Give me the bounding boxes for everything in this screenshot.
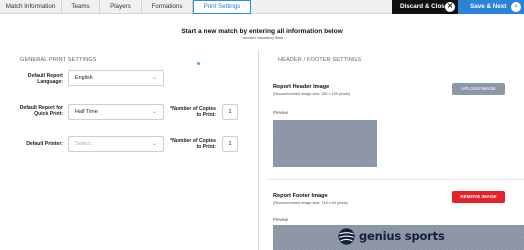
report-language-select[interactable]: English ⌄ xyxy=(68,70,164,86)
tab-players[interactable]: Players xyxy=(100,0,142,14)
page-headline: Start a new match by entering all inform… xyxy=(181,28,343,35)
tab-print-settings[interactable]: Print Settings xyxy=(193,0,251,14)
report-language-value: English xyxy=(75,75,93,81)
save-next-button[interactable]: Save & Next › xyxy=(458,0,524,14)
header-image-size-note: (Recommended image size: 250 x 150 pixel… xyxy=(273,92,351,96)
header-footer-title: HEADER / FOOTER SETTINGS xyxy=(278,57,362,63)
save-next-label: Save & Next xyxy=(470,3,507,10)
header-preview-label: Preview xyxy=(273,110,288,115)
copies-label-2: *Number of Copies to Print: xyxy=(170,138,216,150)
default-printer-label: Default Printer: xyxy=(26,141,63,147)
column-divider xyxy=(258,50,259,250)
status-dot xyxy=(197,62,200,65)
remove-image-button[interactable]: REMOVE IMAGE xyxy=(452,191,505,203)
discard-close-button[interactable]: Discard & Close ✕ xyxy=(392,0,458,14)
copies-input-2[interactable]: 1 xyxy=(222,136,238,152)
tab-formations[interactable]: Formations xyxy=(142,0,193,14)
footer-preview-label: Preview xyxy=(273,217,288,222)
top-tab-bar: Match Information Teams Players Formatio… xyxy=(0,0,524,14)
quick-print-select[interactable]: Half Time ⌄ xyxy=(68,104,164,120)
upload-image-button[interactable]: UPLOAD IMAGE xyxy=(452,83,505,95)
mandatory-note: * denotes mandatory fields xyxy=(240,36,284,40)
chevron-down-icon: ⌄ xyxy=(151,109,157,115)
quick-print-value: Half Time xyxy=(75,109,98,115)
ball-icon xyxy=(338,228,355,245)
default-printer-select[interactable]: Select... ⌄ xyxy=(68,136,164,152)
footer-image-title: Report Footer Image xyxy=(273,193,328,199)
default-printer-placeholder: Select... xyxy=(75,141,95,147)
report-language-label: Default Report Language: xyxy=(27,73,63,85)
tab-teams[interactable]: Teams xyxy=(62,0,100,14)
chevron-down-icon: ⌄ xyxy=(151,141,157,147)
arrow-right-icon: › xyxy=(511,2,521,12)
tab-match-information[interactable]: Match Information xyxy=(0,0,62,14)
copies-label-1: *Number of Copies to Print: xyxy=(170,106,216,118)
copies-input-1[interactable]: 1 xyxy=(222,104,238,120)
logo-text: genius sports xyxy=(359,229,445,243)
quick-print-label: Default Report for Quick Print: xyxy=(19,105,63,117)
close-icon: ✕ xyxy=(445,2,455,12)
header-image-preview xyxy=(273,120,377,167)
chevron-down-icon: ⌄ xyxy=(151,75,157,81)
header-image-title: Report Header Image xyxy=(273,84,330,90)
general-settings-title: GENERAL PRINT SETTINGS xyxy=(20,57,97,63)
discard-close-label: Discard & Close xyxy=(400,3,449,10)
footer-image-size-note: (Recommended image size: 718 x 65 pixels… xyxy=(273,201,348,205)
section-divider xyxy=(267,179,524,180)
